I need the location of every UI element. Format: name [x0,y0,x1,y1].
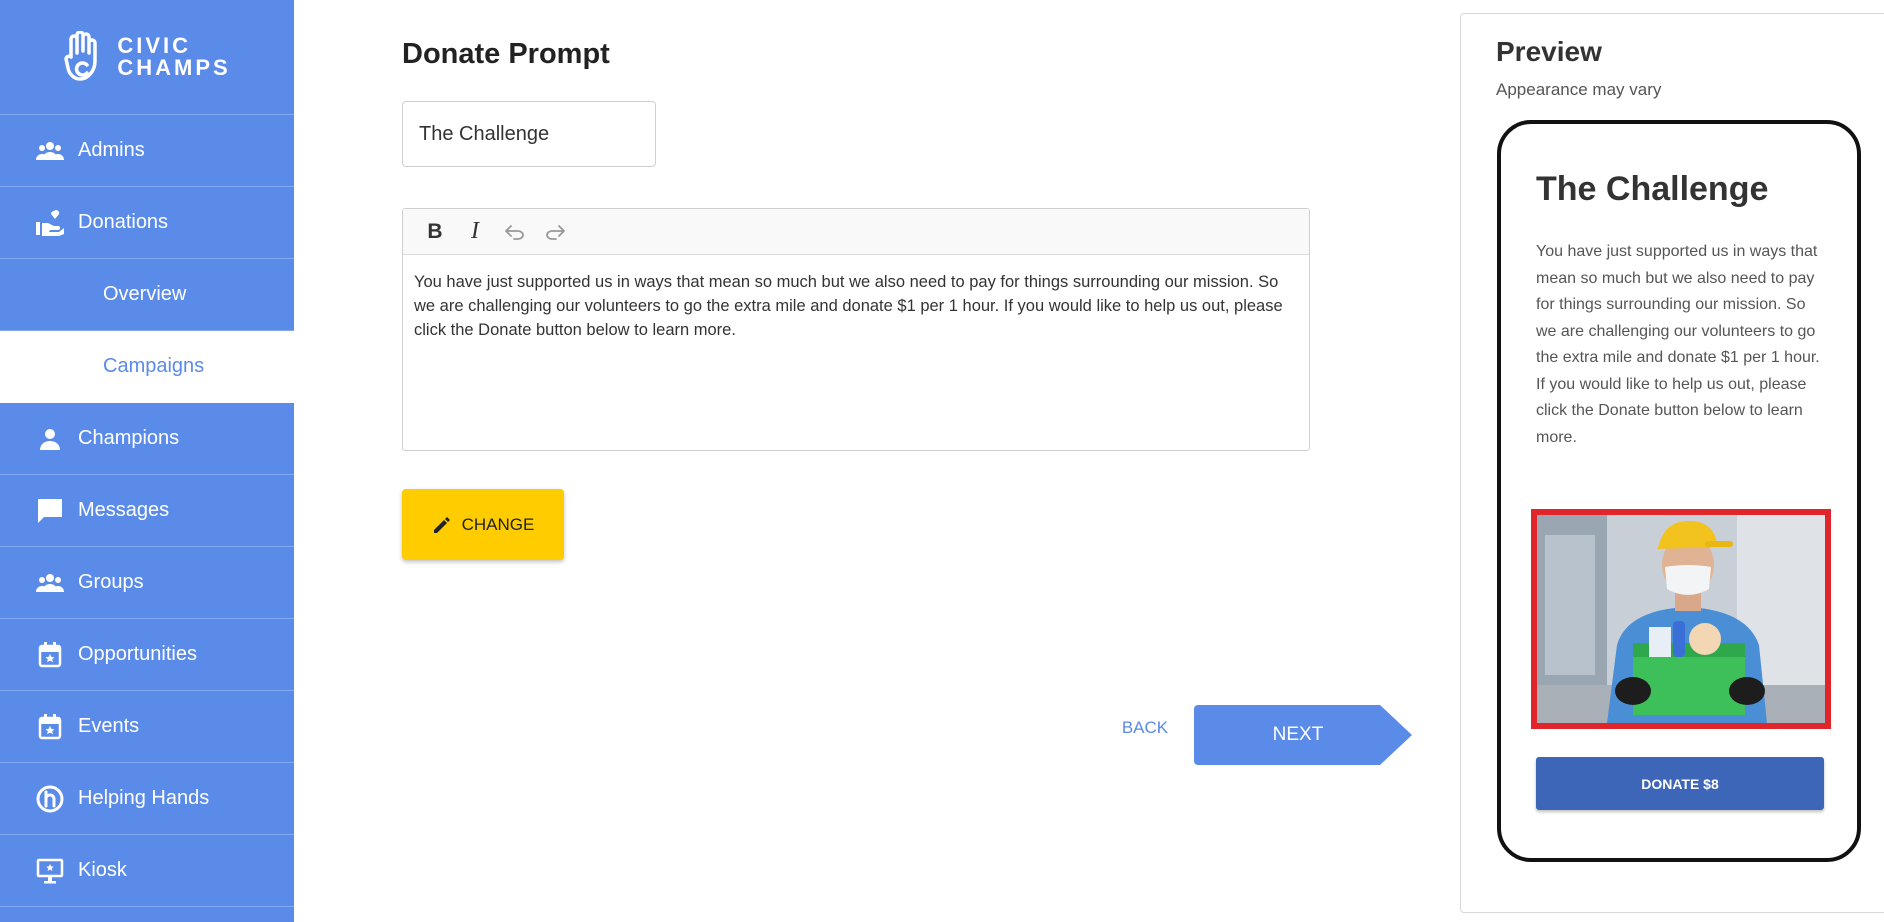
page-title: Donate Prompt [402,38,610,70]
italic-button[interactable]: I [455,216,495,248]
change-image-button[interactable]: CHANGE [402,489,564,560]
preview-heading: The Challenge [1536,170,1769,208]
sidebar-item-opportunities[interactable]: Opportunities [0,619,294,691]
donate-button[interactable]: DONATE $8 [1536,757,1824,810]
sidebar-item-kiosk[interactable]: Kiosk [0,835,294,907]
preview-subtitle: Appearance may vary [1496,80,1662,99]
next-button-label: NEXT [1272,724,1324,745]
kiosk-icon [36,857,64,885]
sidebar-item-label: Kiosk [78,859,127,881]
sidebar-item-donations[interactable]: Donations [0,187,294,259]
editor-content[interactable]: You have just supported us in ways that … [403,255,1309,357]
hand-logo-icon [64,31,98,81]
undo-icon[interactable] [495,216,535,248]
donation-hand-icon [36,209,64,237]
calendar-star-icon [36,641,64,669]
chat-icon [36,497,64,525]
calendar-star-icon [36,713,64,741]
sidebar-item-groups[interactable]: Groups [0,547,294,619]
people-icon [36,569,64,597]
back-button[interactable]: BACK [1110,718,1180,748]
next-button[interactable]: NEXT [1194,705,1412,765]
sidebar-item-admins[interactable]: Admins [0,115,294,187]
sidebar-item-label: Donations [78,211,169,233]
sidebar-item-label: Helping Hands [78,787,210,809]
sidebar-item-label: Campaigns [103,355,205,377]
person-icon [36,425,64,453]
volunteer-photo [1537,515,1825,723]
preview-title: Preview [1496,36,1602,67]
prompt-title-input[interactable] [402,101,656,167]
pencil-icon [432,515,452,535]
sidebar-item-overview[interactable]: Overview [0,259,294,331]
sidebar-item-label: Groups [78,571,144,593]
sidebar-item-messages[interactable]: Messages [0,475,294,547]
sidebar-item-label: Champions [78,427,180,449]
logo-line-1: CIVIC [117,33,192,58]
preview-text: You have just supported us in ways that … [1536,243,1820,446]
sidebar-item-events[interactable]: Events [0,691,294,763]
people-icon [36,137,64,165]
campaign-image [1531,509,1831,729]
sidebar-item-label: Admins [78,139,145,161]
sidebar-item-label: Opportunities [78,643,197,665]
rich-text-editor[interactable]: B I You have just supported us in ways t… [402,208,1310,451]
logo-line-2: CHAMPS [117,55,231,80]
change-button-label: CHANGE [461,514,535,534]
sidebar-item-helping-hands[interactable]: Helping Hands [0,763,294,835]
sidebar-item-label: Messages [78,499,170,521]
preview-panel: Preview Appearance may vary The Challeng… [1460,13,1884,913]
phone-mockup: The Challenge You have just supported us… [1497,120,1861,862]
sidebar-item-label: Overview [103,283,187,305]
editor-toolbar: B I [403,209,1309,255]
sidebar-item-campaigns[interactable]: Campaigns [0,331,294,403]
sidebar-item-label: Events [78,715,140,737]
helping-hands-icon [36,785,64,813]
sidebar-item-champions[interactable]: Champions [0,403,294,475]
civic-champs-logo[interactable]: CIVIC CHAMPS [0,0,294,115]
redo-icon[interactable] [535,216,575,248]
sidebar: CIVIC CHAMPS Admins Donations Overview C… [0,0,294,922]
bold-button[interactable]: B [415,216,455,248]
